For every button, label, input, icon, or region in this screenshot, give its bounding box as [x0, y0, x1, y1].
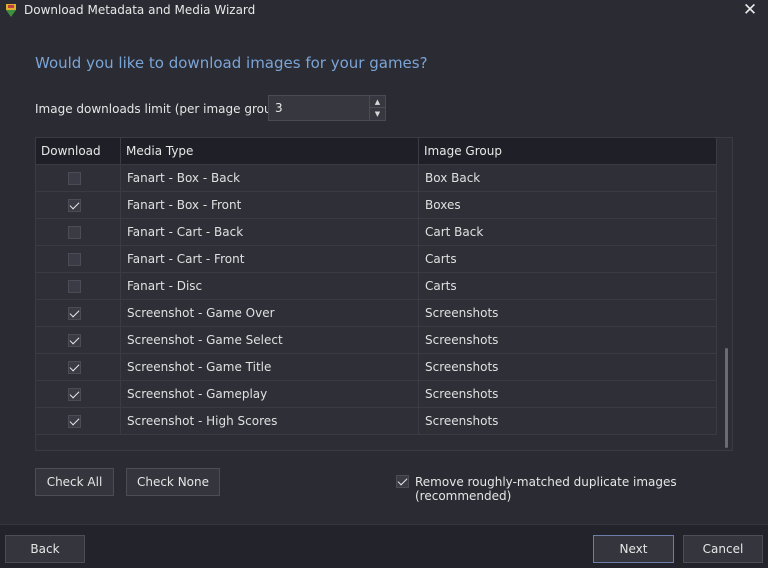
table-row[interactable]: Screenshot - High Scores Screenshots [36, 408, 717, 435]
grid-header: Download Media Type Image Group [36, 138, 717, 165]
media-grid: Download Media Type Image Group Fanart -… [35, 137, 733, 451]
download-cell [36, 300, 121, 326]
media-type-cell: Fanart - Box - Back [121, 165, 419, 191]
table-row[interactable]: Fanart - Cart - Back Cart Back [36, 219, 717, 246]
table-row[interactable]: Fanart - Disc Carts [36, 273, 717, 300]
image-group-cell: Screenshots [419, 381, 717, 407]
download-checkbox[interactable] [68, 199, 81, 212]
image-group-cell: Screenshots [419, 408, 717, 434]
image-group-cell: Carts [419, 273, 717, 299]
image-group-cell: Screenshots [419, 354, 717, 380]
check-none-button[interactable]: Check None [126, 468, 220, 496]
title-bar: Download Metadata and Media Wizard ✕ [0, 0, 768, 22]
spin-down-icon[interactable]: ▼ [370, 108, 385, 120]
download-cell [36, 246, 121, 272]
back-button[interactable]: Back [5, 535, 85, 563]
limit-label: Image downloads limit (per image group): [35, 102, 288, 116]
column-header-download[interactable]: Download [36, 138, 121, 165]
image-group-cell: Carts [419, 246, 717, 272]
limit-input[interactable] [269, 96, 369, 120]
media-type-cell: Screenshot - High Scores [121, 408, 419, 434]
table-row[interactable]: Screenshot - Game Select Screenshots [36, 327, 717, 354]
scrollbar-thumb[interactable] [725, 348, 728, 448]
dedupe-checkbox[interactable] [396, 475, 409, 488]
dedupe-label: Remove roughly-matched duplicate images … [415, 475, 677, 503]
check-all-button[interactable]: Check All [35, 468, 114, 496]
column-header-media-type[interactable]: Media Type [121, 138, 419, 165]
media-type-cell: Screenshot - Game Title [121, 354, 419, 380]
grid-scrollbar[interactable] [720, 138, 732, 450]
grid-rows: Fanart - Box - Back Box Back Fanart - Box … [36, 165, 717, 435]
next-button[interactable]: Next [593, 535, 674, 563]
download-cell [36, 381, 121, 407]
close-icon[interactable]: ✕ [742, 2, 758, 19]
download-checkbox[interactable] [68, 361, 81, 374]
download-checkbox[interactable] [68, 388, 81, 401]
table-row[interactable]: Fanart - Box - Back Box Back [36, 165, 717, 192]
table-row[interactable]: Screenshot - Game Title Screenshots [36, 354, 717, 381]
media-type-cell: Fanart - Cart - Front [121, 246, 419, 272]
cancel-button[interactable]: Cancel [683, 535, 763, 563]
image-group-cell: Screenshots [419, 327, 717, 353]
download-cell [36, 273, 121, 299]
table-row[interactable]: Fanart - Box - Front Boxes [36, 192, 717, 219]
download-checkbox[interactable] [68, 280, 81, 293]
download-checkbox[interactable] [68, 415, 81, 428]
download-cell [36, 408, 121, 434]
limit-spinbox: ▲ ▼ [268, 95, 386, 121]
download-cell [36, 354, 121, 380]
table-row[interactable]: Fanart - Cart - Front Carts [36, 246, 717, 273]
image-group-cell: Cart Back [419, 219, 717, 245]
download-cell [36, 165, 121, 191]
page-heading: Would you like to download images for yo… [35, 54, 428, 72]
download-cell [36, 192, 121, 218]
download-checkbox[interactable] [68, 334, 81, 347]
media-type-cell: Fanart - Disc [121, 273, 419, 299]
table-row[interactable]: Screenshot - Gameplay Screenshots [36, 381, 717, 408]
download-checkbox[interactable] [68, 307, 81, 320]
image-group-cell: Screenshots [419, 300, 717, 326]
image-group-cell: Boxes [419, 192, 717, 218]
download-cell [36, 219, 121, 245]
download-checkbox[interactable] [68, 253, 81, 266]
media-type-cell: Fanart - Box - Front [121, 192, 419, 218]
media-type-cell: Fanart - Cart - Back [121, 219, 419, 245]
download-cell [36, 327, 121, 353]
spin-buttons: ▲ ▼ [369, 96, 385, 120]
download-checkbox[interactable] [68, 172, 81, 185]
app-icon [6, 4, 16, 17]
column-header-image-group[interactable]: Image Group [419, 138, 717, 165]
media-type-cell: Screenshot - Game Select [121, 327, 419, 353]
download-checkbox[interactable] [68, 226, 81, 239]
media-type-cell: Screenshot - Gameplay [121, 381, 419, 407]
image-group-cell: Box Back [419, 165, 717, 191]
window-title: Download Metadata and Media Wizard [24, 3, 256, 17]
media-type-cell: Screenshot - Game Over [121, 300, 419, 326]
spin-up-icon[interactable]: ▲ [370, 96, 385, 108]
table-row[interactable]: Screenshot - Game Over Screenshots [36, 300, 717, 327]
